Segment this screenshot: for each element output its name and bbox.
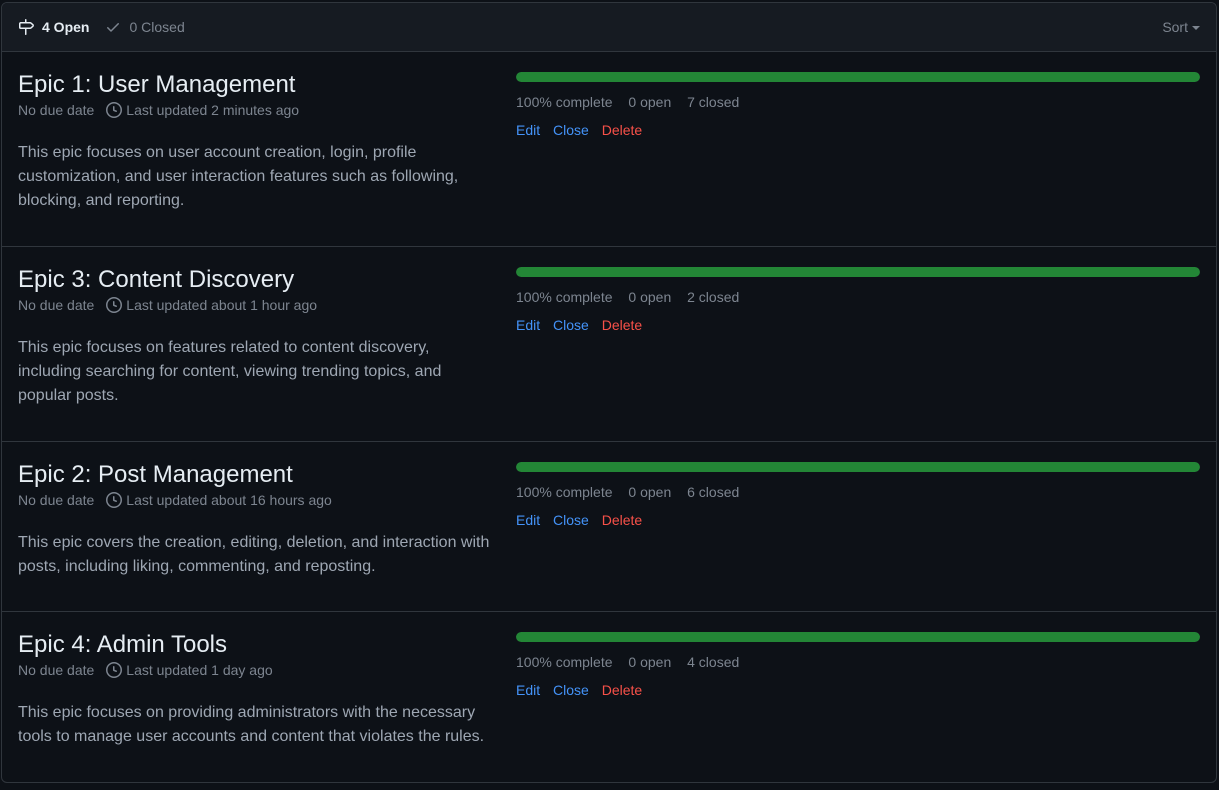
- last-updated: Last updated 2 minutes ago: [126, 102, 300, 118]
- clock-icon: [106, 662, 123, 678]
- sort-dropdown[interactable]: Sort: [1162, 19, 1200, 35]
- progress-fill: [516, 462, 1200, 472]
- percent-complete: 100% complete: [516, 94, 613, 110]
- milestone-item: Epic 4: Admin Tools No due date Last upd…: [2, 612, 1216, 782]
- milestone-title[interactable]: Epic 3: Content Discovery: [18, 265, 500, 295]
- caret-down-icon: [1192, 26, 1200, 30]
- milestone-title[interactable]: Epic 1: User Management: [18, 70, 500, 100]
- milestone-title[interactable]: Epic 2: Post Management: [18, 460, 500, 490]
- milestone-item: Epic 2: Post Management No due date Last…: [2, 442, 1216, 612]
- progress-bar: [516, 632, 1200, 642]
- closed-issues-count[interactable]: 6 closed: [687, 484, 739, 500]
- milestone-description: This epic focuses on providing administr…: [18, 704, 485, 745]
- milestones-header: 4 Open 0 Closed Sort: [2, 3, 1216, 52]
- progress-fill: [516, 267, 1200, 277]
- delete-link[interactable]: Delete: [602, 317, 642, 333]
- last-updated: Last updated about 16 hours ago: [126, 492, 332, 508]
- due-date: No due date: [18, 102, 95, 118]
- percent-complete: 100% complete: [516, 484, 613, 500]
- milestone-description: This epic focuses on features related to…: [18, 339, 442, 404]
- open-issues-count[interactable]: 0 open: [628, 94, 671, 110]
- percent-complete: 100% complete: [516, 289, 613, 305]
- milestone-description: This epic covers the creation, editing, …: [18, 534, 490, 575]
- milestone-item: Epic 1: User Management No due date Last…: [2, 52, 1216, 247]
- progress-bar: [516, 462, 1200, 472]
- progress-fill: [516, 72, 1200, 82]
- percent-complete: 100% complete: [516, 654, 613, 670]
- sort-label: Sort: [1162, 19, 1188, 35]
- close-link[interactable]: Close: [553, 122, 589, 138]
- last-updated: Last updated 1 day ago: [126, 662, 273, 678]
- milestone-description: This epic focuses on user account creati…: [18, 144, 459, 209]
- edit-link[interactable]: Edit: [516, 122, 540, 138]
- open-count-label: 4 Open: [42, 19, 90, 35]
- closed-count-label: 0 Closed: [129, 19, 185, 35]
- progress-fill: [516, 632, 1200, 642]
- edit-link[interactable]: Edit: [516, 317, 540, 333]
- milestones-list: 4 Open 0 Closed Sort Epic 1: User Manage…: [1, 2, 1217, 783]
- milestone-item: Epic 3: Content Discovery No due date La…: [2, 247, 1216, 442]
- closed-issues-count[interactable]: 7 closed: [687, 94, 739, 110]
- closed-issues-count[interactable]: 2 closed: [687, 289, 739, 305]
- progress-bar: [516, 267, 1200, 277]
- clock-icon: [106, 297, 123, 313]
- check-icon: [105, 19, 121, 35]
- progress-bar: [516, 72, 1200, 82]
- open-issues-count[interactable]: 0 open: [628, 484, 671, 500]
- edit-link[interactable]: Edit: [516, 682, 540, 698]
- open-milestones-tab[interactable]: 4 Open: [18, 19, 89, 35]
- milestone-icon: [18, 19, 34, 35]
- clock-icon: [106, 102, 123, 118]
- milestone-title[interactable]: Epic 4: Admin Tools: [18, 630, 500, 660]
- closed-milestones-tab[interactable]: 0 Closed: [105, 19, 185, 35]
- due-date: No due date: [18, 662, 95, 678]
- due-date: No due date: [18, 492, 95, 508]
- delete-link[interactable]: Delete: [602, 122, 642, 138]
- close-link[interactable]: Close: [553, 317, 589, 333]
- clock-icon: [106, 492, 123, 508]
- close-link[interactable]: Close: [553, 512, 589, 528]
- delete-link[interactable]: Delete: [602, 512, 642, 528]
- last-updated: Last updated about 1 hour ago: [126, 297, 318, 313]
- edit-link[interactable]: Edit: [516, 512, 540, 528]
- close-link[interactable]: Close: [553, 682, 589, 698]
- due-date: No due date: [18, 297, 95, 313]
- closed-issues-count[interactable]: 4 closed: [687, 654, 739, 670]
- open-issues-count[interactable]: 0 open: [628, 654, 671, 670]
- open-issues-count[interactable]: 0 open: [628, 289, 671, 305]
- delete-link[interactable]: Delete: [602, 682, 642, 698]
